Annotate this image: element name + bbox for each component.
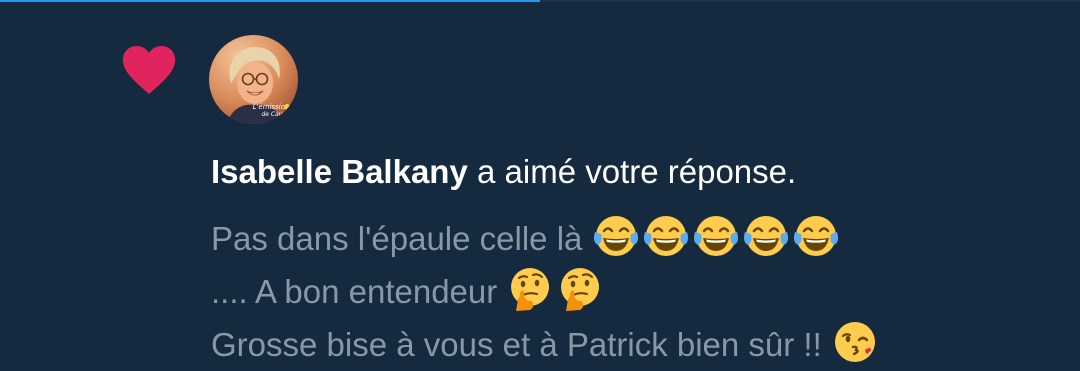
face-with-tears-of-joy-icon bbox=[642, 212, 690, 260]
tweet-line-3-emojis bbox=[831, 322, 881, 363]
face-with-tears-of-joy-icon bbox=[592, 212, 640, 260]
tweet-line-3: Grosse bise à vous et à Patrick bien sûr… bbox=[211, 318, 881, 371]
loading-bar-progress bbox=[0, 0, 540, 2]
avatar[interactable]: L'émission de Cauet bbox=[209, 35, 298, 124]
tweet-line-1-emojis bbox=[592, 216, 842, 257]
tweet-text[interactable]: Pas dans l'épaule celle là .... A bon en… bbox=[211, 212, 881, 371]
thinking-face-icon bbox=[506, 265, 554, 313]
tweet-line-2: .... A bon entendeur bbox=[211, 265, 881, 318]
face-blowing-kiss-icon bbox=[831, 318, 879, 366]
action-text: a aimé votre réponse. bbox=[467, 153, 797, 190]
face-with-tears-of-joy-icon bbox=[792, 212, 840, 260]
thinking-face-icon bbox=[556, 265, 604, 313]
loading-bar bbox=[0, 0, 1080, 2]
user-name[interactable]: Isabelle Balkany bbox=[211, 153, 468, 190]
face-with-tears-of-joy-icon bbox=[692, 212, 740, 260]
face-with-tears-of-joy-icon bbox=[742, 212, 790, 260]
tweet-line-3-text: Grosse bise à vous et à Patrick bien sûr… bbox=[211, 326, 831, 363]
heart-icon bbox=[121, 44, 177, 96]
tweet-line-2-emojis bbox=[506, 268, 606, 311]
tweet-line-1-text: Pas dans l'épaule celle là bbox=[211, 220, 592, 257]
notification-text: Isabelle Balkany a aimé votre réponse. bbox=[211, 150, 796, 194]
tweet-line-2-text: .... A bon entendeur bbox=[211, 273, 507, 310]
svg-text:de Cauet: de Cauet bbox=[261, 111, 289, 118]
svg-text:L'émission: L'émission bbox=[253, 103, 290, 111]
tweet-line-1: Pas dans l'épaule celle là bbox=[211, 212, 881, 265]
